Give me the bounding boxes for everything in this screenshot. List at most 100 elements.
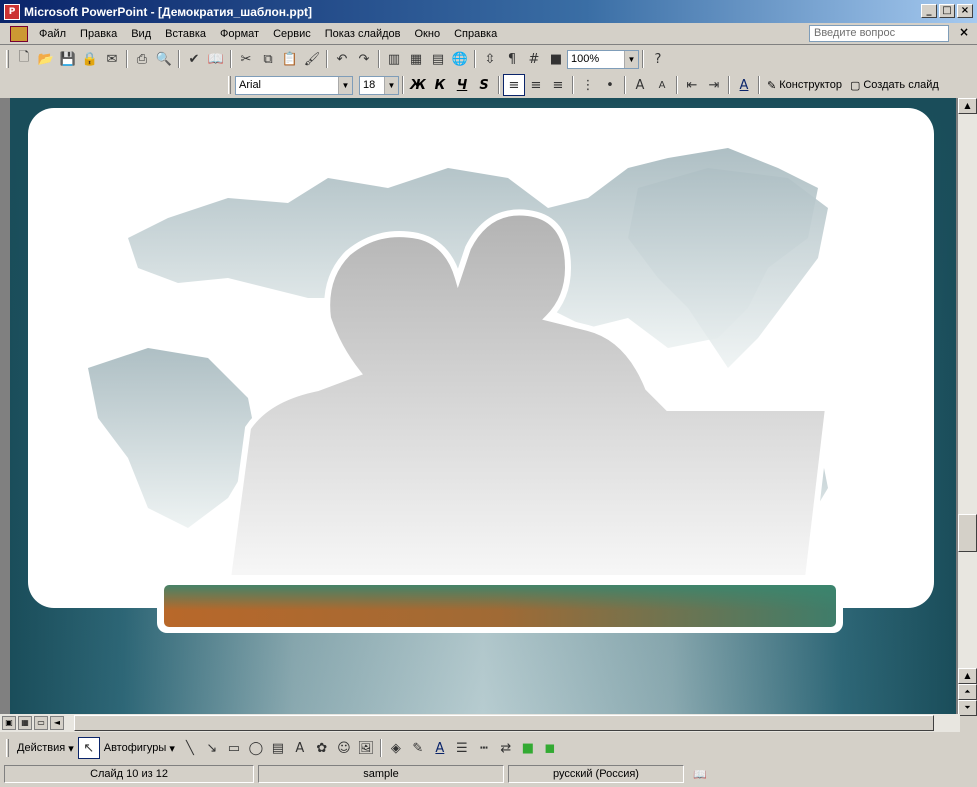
menu-window[interactable]: Окно bbox=[408, 28, 448, 40]
line-style-icon[interactable]: ☰ bbox=[451, 737, 473, 759]
shadow-button[interactable]: S bbox=[473, 78, 495, 93]
next-slide-button[interactable]: ⏷ bbox=[958, 700, 977, 716]
scroll-up-button[interactable]: ▲ bbox=[958, 668, 977, 684]
menu-edit[interactable]: Правка bbox=[73, 28, 124, 40]
chevron-down-icon[interactable]: ▼ bbox=[624, 50, 638, 68]
arrow-style-icon[interactable]: ⇄ bbox=[495, 737, 517, 759]
minimize-button[interactable]: _ bbox=[921, 4, 937, 18]
italic-button[interactable]: К bbox=[429, 78, 451, 93]
diagram-icon[interactable]: ✿ bbox=[311, 737, 333, 759]
hyperlink-icon[interactable]: 🌐 bbox=[449, 48, 471, 70]
vertical-scrollbar[interactable]: ▲ ▲ ⏶ ⏷ bbox=[958, 98, 977, 716]
menu-insert[interactable]: Вставка bbox=[158, 28, 213, 40]
grid-icon[interactable]: # bbox=[523, 48, 545, 70]
bold-button[interactable]: Ж bbox=[407, 78, 429, 93]
print-preview-icon[interactable]: 🔍 bbox=[153, 48, 175, 70]
numbering-icon[interactable]: ⋮ bbox=[577, 74, 599, 96]
email-icon[interactable]: ✉ bbox=[101, 48, 123, 70]
help-search-input[interactable]: Введите вопрос bbox=[809, 25, 949, 42]
copy-icon[interactable]: ⧉ bbox=[257, 48, 279, 70]
permission-icon[interactable]: 🔒 bbox=[79, 48, 101, 70]
font-select[interactable]: Arial ▼ bbox=[235, 75, 353, 95]
align-center-icon[interactable]: ≡ bbox=[525, 74, 547, 96]
insert-table-icon[interactable]: ▦ bbox=[405, 48, 427, 70]
slide-title-placeholder[interactable] bbox=[157, 579, 843, 633]
insert-chart-icon[interactable]: ▥ bbox=[383, 48, 405, 70]
chevron-down-icon[interactable]: ▼ bbox=[384, 76, 398, 94]
align-right-icon[interactable]: ≡ bbox=[547, 74, 569, 96]
font-color-icon[interactable]: A bbox=[429, 737, 451, 759]
new-icon[interactable]: 🗋 bbox=[13, 48, 35, 70]
fill-color-icon[interactable]: ◈ bbox=[385, 737, 407, 759]
spelling-status-icon[interactable]: 📖 bbox=[688, 765, 712, 783]
save-icon[interactable]: 💾 bbox=[57, 48, 79, 70]
help-icon[interactable]: ? bbox=[647, 48, 669, 70]
cut-icon[interactable]: ✂ bbox=[235, 48, 257, 70]
close-doc-icon[interactable]: × bbox=[959, 25, 969, 39]
redo-icon[interactable]: ↷ bbox=[353, 48, 375, 70]
tables-borders-icon[interactable]: ▤ bbox=[427, 48, 449, 70]
close-button[interactable]: × bbox=[957, 4, 973, 18]
document-icon[interactable] bbox=[10, 25, 28, 42]
autoshapes-menu-button[interactable]: Автофигуры ▾ bbox=[100, 742, 179, 755]
horizontal-scrollbar[interactable]: ▣ ▦ ▭ ◄ bbox=[0, 714, 960, 732]
powerpoint-icon[interactable]: P bbox=[4, 3, 20, 20]
toolbar-grip[interactable] bbox=[6, 739, 9, 757]
oval-icon[interactable]: ◯ bbox=[245, 737, 267, 759]
new-slide-button[interactable]: ▢ Создать слайд bbox=[846, 79, 943, 92]
dash-style-icon[interactable]: ┅ bbox=[473, 737, 495, 759]
select-objects-icon[interactable]: ↖ bbox=[77, 737, 100, 759]
zoom-select[interactable]: 100% ▼ bbox=[567, 49, 639, 69]
arrow-icon[interactable]: ↘ bbox=[201, 737, 223, 759]
undo-icon[interactable]: ↶ bbox=[331, 48, 353, 70]
menu-tools[interactable]: Сервис bbox=[266, 28, 318, 40]
paste-icon[interactable]: 📋 bbox=[279, 48, 301, 70]
increase-indent-icon[interactable]: ⇥ bbox=[703, 74, 725, 96]
picture-icon[interactable]: 🖼 bbox=[355, 737, 377, 759]
decrease-font-icon[interactable]: A bbox=[651, 74, 673, 96]
show-formatting-icon[interactable]: ¶ bbox=[501, 48, 523, 70]
shadow-style-icon[interactable]: ■ bbox=[517, 737, 539, 759]
increase-font-icon[interactable]: A bbox=[629, 74, 651, 96]
align-left-icon[interactable]: ≡ bbox=[503, 74, 525, 96]
font-size-select[interactable]: 18 ▼ bbox=[359, 75, 399, 95]
menu-file[interactable]: Файл bbox=[32, 28, 73, 40]
toolbar-grip[interactable] bbox=[6, 50, 9, 68]
spelling-icon[interactable]: ✔ bbox=[183, 48, 205, 70]
rectangle-icon[interactable]: ▭ bbox=[223, 737, 245, 759]
slide-canvas[interactable] bbox=[10, 98, 956, 715]
toolbar-grip[interactable] bbox=[228, 76, 231, 94]
scroll-left-button[interactable]: ◄ bbox=[50, 716, 64, 730]
menu-view[interactable]: Вид bbox=[124, 28, 158, 40]
bullets-icon[interactable]: • bbox=[599, 74, 621, 96]
menu-format[interactable]: Формат bbox=[213, 28, 266, 40]
3d-style-icon[interactable]: ◼ bbox=[539, 737, 561, 759]
wordart-icon[interactable]: A bbox=[289, 737, 311, 759]
font-color-icon[interactable]: A bbox=[733, 74, 755, 96]
slideshow-icon[interactable]: ▭ bbox=[34, 716, 48, 730]
horizontal-scroll-thumb[interactable] bbox=[74, 715, 934, 731]
slide-sorter-icon[interactable]: ▦ bbox=[18, 716, 32, 730]
format-painter-icon[interactable]: 🖌 bbox=[301, 48, 323, 70]
designer-button[interactable]: ✎ Конструктор bbox=[763, 79, 846, 92]
underline-button[interactable]: Ч bbox=[451, 78, 473, 93]
normal-view-icon[interactable]: ▣ bbox=[2, 716, 16, 730]
decrease-indent-icon[interactable]: ⇤ bbox=[681, 74, 703, 96]
expand-icon[interactable]: ⇳ bbox=[479, 48, 501, 70]
previous-slide-button[interactable]: ⏶ bbox=[958, 684, 977, 700]
actions-menu-button[interactable]: Действия ▾ bbox=[13, 742, 78, 755]
menu-help[interactable]: Справка bbox=[447, 28, 504, 40]
research-icon[interactable]: 📖 bbox=[205, 48, 227, 70]
menu-slideshow[interactable]: Показ слайдов bbox=[318, 28, 408, 40]
scroll-up-button[interactable]: ▲ bbox=[958, 98, 977, 114]
chevron-down-icon[interactable]: ▼ bbox=[338, 76, 352, 94]
print-icon[interactable]: ⎙ bbox=[131, 48, 153, 70]
maximize-button[interactable]: □ bbox=[939, 4, 955, 18]
scroll-thumb[interactable] bbox=[958, 514, 977, 552]
line-color-icon[interactable]: ✎ bbox=[407, 737, 429, 759]
open-icon[interactable]: 📂 bbox=[35, 48, 57, 70]
textbox-icon[interactable]: ▤ bbox=[267, 737, 289, 759]
color-grayscale-icon[interactable]: ■ bbox=[545, 48, 567, 70]
clipart-icon[interactable]: ☺ bbox=[333, 737, 355, 759]
line-icon[interactable]: ╲ bbox=[179, 737, 201, 759]
